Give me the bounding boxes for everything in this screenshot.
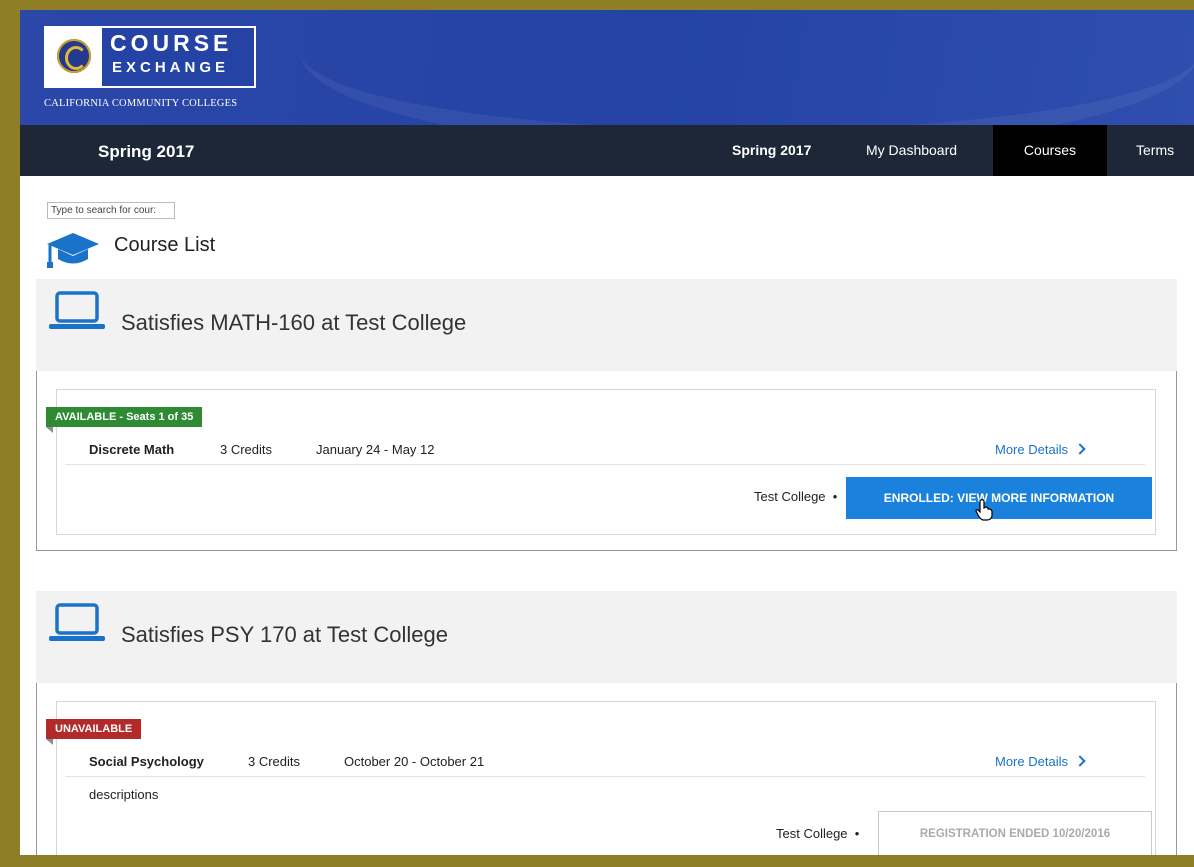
section-card: UNAVAILABLE Social Psychology 3 Credits … [46, 701, 1156, 855]
nav-item-terms[interactable]: Terms [1136, 125, 1174, 176]
laptop-icon [49, 603, 105, 641]
course-group-header[interactable]: Satisfies PSY 170 at Test College [36, 591, 1177, 684]
course-exchange-logo[interactable]: COURSE EXCHANGE [44, 26, 256, 88]
logo-text-exchange: EXCHANGE [112, 59, 230, 76]
status-badge: UNAVAILABLE [46, 719, 142, 745]
more-details-link[interactable]: More Details [995, 442, 1086, 457]
more-details-label: More Details [995, 442, 1068, 457]
laptop-icon [49, 291, 105, 329]
college-name: Test College • [754, 489, 838, 504]
course-group-title: Satisfies PSY 170 at Test College [121, 622, 448, 647]
page-title: Course List [114, 234, 216, 256]
chevron-right-icon [1074, 443, 1086, 455]
course-group-title: Satisfies MATH-160 at Test College [121, 310, 467, 335]
more-details-link[interactable]: More Details [995, 754, 1086, 769]
course-dates: October 20 - October 21 [344, 754, 485, 769]
browser-viewport: COURSE EXCHANGE CALIFORNIA COMMUNITY COL… [20, 10, 1194, 855]
graduation-cap-icon [47, 233, 99, 268]
hand-cursor-icon [975, 499, 993, 521]
course-name: Social Psychology [89, 754, 204, 769]
college-name-text: Test College [776, 826, 848, 841]
section-info-row: Discrete Math 3 Credits January 24 - May… [65, 432, 1145, 465]
main-navbar: Spring 2017 Spring 2017 My Dashboard Cou… [20, 125, 1194, 176]
status-badge: AVAILABLE - Seats 1 of 35 [46, 407, 203, 433]
course-credits: 3 Credits [248, 754, 301, 769]
more-details-label: More Details [995, 754, 1068, 769]
course-group-body: AVAILABLE - Seats 1 of 35 Discrete Math … [36, 371, 1177, 551]
course-group-header[interactable]: Satisfies MATH-160 at Test College [36, 279, 1177, 372]
course-description: descriptions [89, 787, 159, 802]
course-dates: January 24 - May 12 [316, 442, 435, 457]
term-title: Spring 2017 [98, 142, 195, 161]
course-credits: 3 Credits [220, 442, 273, 457]
registration-ended-button[interactable]: REGISTRATION ENDED 10/20/2016 [878, 811, 1152, 855]
course-search-input[interactable] [47, 202, 175, 219]
section-info-row: Social Psychology 3 Credits October 20 -… [65, 744, 1145, 777]
course-group-body: UNAVAILABLE Social Psychology 3 Credits … [36, 683, 1177, 855]
site-header: COURSE EXCHANGE CALIFORNIA COMMUNITY COL… [20, 10, 1194, 125]
college-seal-icon [46, 28, 102, 86]
course-name: Discrete Math [89, 442, 175, 457]
header-decoration [300, 10, 1194, 125]
nav-item-courses[interactable]: Courses [993, 125, 1107, 176]
course-group: Satisfies PSY 170 at Test College UNAVAI… [36, 591, 1177, 855]
nav-item-my-dashboard[interactable]: My Dashboard [866, 125, 957, 176]
logo-text-course: COURSE [110, 30, 233, 56]
nav-item-term[interactable]: Spring 2017 [732, 125, 811, 176]
chevron-right-icon [1074, 755, 1086, 767]
college-name: Test College • [776, 826, 860, 841]
logo-subtitle: CALIFORNIA COMMUNITY COLLEGES [44, 98, 238, 109]
enrolled-view-info-button[interactable]: ENROLLED: VIEW MORE INFORMATION [846, 477, 1152, 519]
college-name-text: Test College [754, 489, 826, 504]
course-group: Satisfies MATH-160 at Test College AVAIL… [36, 279, 1177, 551]
